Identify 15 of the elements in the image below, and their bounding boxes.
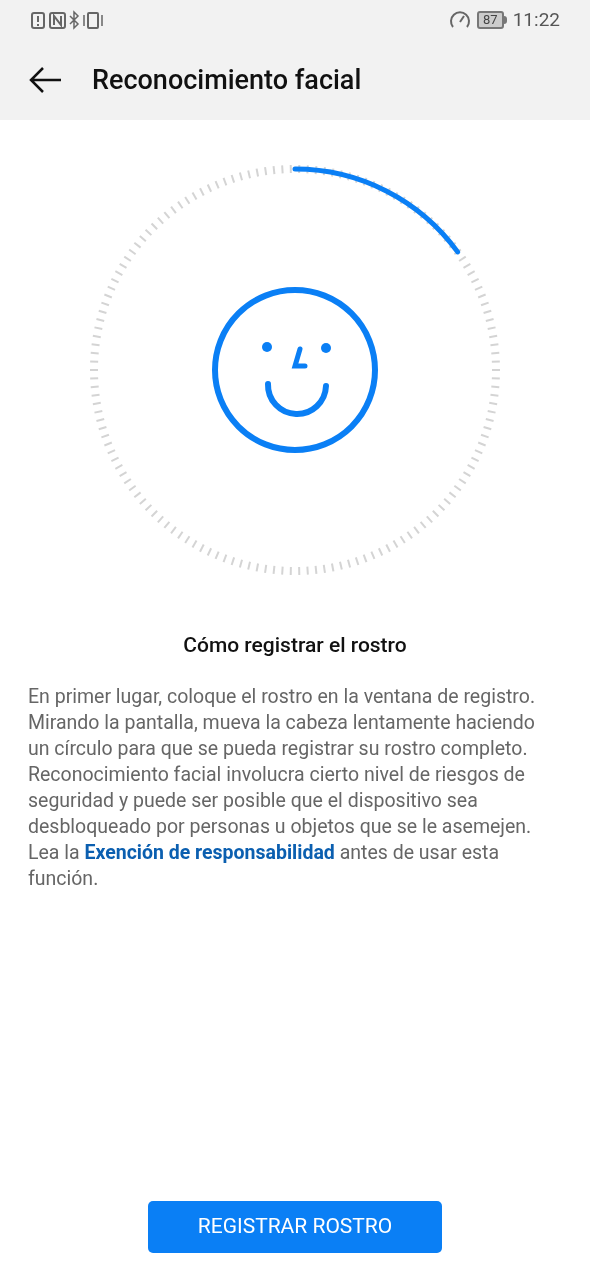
nfc-icon [49,12,66,29]
disclaimer-link[interactable]: Exención de responsabilidad [84,840,335,864]
instructions-heading: Cómo registrar el rostro [182,632,408,659]
disclaimer-paragraph: Reconocimiento facial involucra cierto nivel de riesgos de seguridad y puede ser posible que el dispositivo sea desbloqueado por personas u objetos que se le asemejen. Lea la Exención de responsabilidad antes de usar esta función. [28,761,533,892]
bluetooth-icon [69,10,80,30]
clock: 11:22 [512,6,560,33]
battery-level: 87 [477,11,504,29]
battery-tip-icon [503,16,507,24]
register-face-button[interactable]: REGISTRAR ROSTRO [148,1201,442,1253]
instructions-paragraph: En primer lugar, coloque el rostro en la ventana de registro. Mirando la pantalla, mueva la cabeza lentamente haciendo un círculo para que se pueda registrar su rostro completo. [28,683,537,762]
sim-alert-icon [31,12,45,29]
smiley-face-icon [212,287,378,453]
vibrate-icon [83,12,103,29]
speedometer-icon [449,10,472,30]
page-title: Reconocimiento facial [92,62,362,98]
